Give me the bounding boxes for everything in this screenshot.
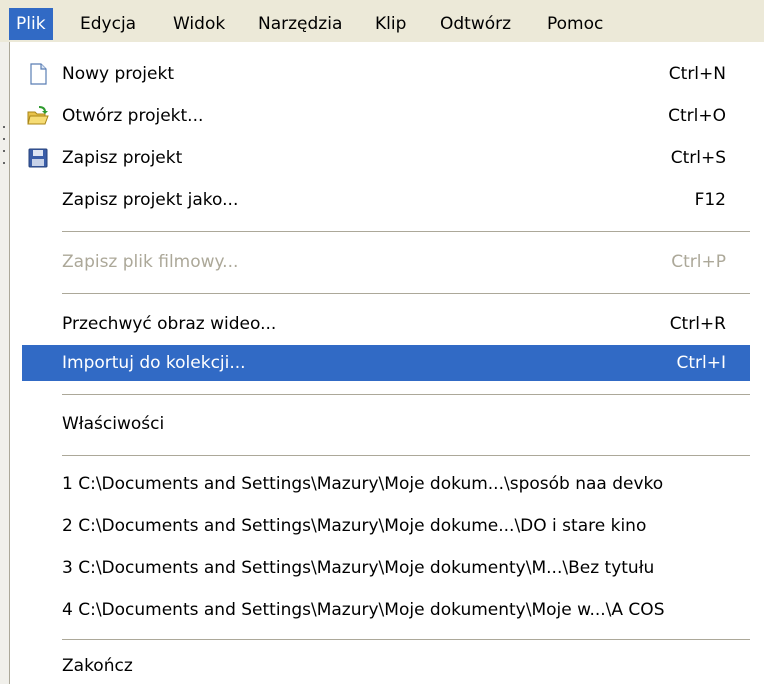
menu-item-label: Właściwości [62, 414, 165, 434]
menu-plik[interactable]: Plik [9, 8, 53, 40]
edge-dot [3, 162, 5, 164]
menu-narzedzia[interactable]: Narzędzia [258, 8, 342, 40]
menu-item-label: Przechwyć obraz wideo... [62, 314, 277, 334]
recent-file-item[interactable]: 4 C:\Documents and Settings\Mazury\Moje … [22, 592, 750, 628]
menu-klip[interactable]: Klip [375, 8, 406, 40]
recent-file-label: 3 C:\Documents and Settings\Mazury\Moje … [62, 558, 655, 578]
menu-item-save-project[interactable]: Zapisz projekt Ctrl+S [22, 140, 750, 176]
menu-odtworz[interactable]: Odtwórz [440, 8, 511, 40]
menu-pomoc[interactable]: Pomoc [547, 8, 603, 40]
menu-item-save-project-as[interactable]: Zapisz projekt jako... F12 [22, 182, 750, 218]
save-floppy-icon [27, 147, 49, 169]
menu-item-save-movie-file: Zapisz plik filmowy... Ctrl+P [22, 244, 750, 280]
edge-dot [3, 126, 5, 128]
menu-item-label: Zakończ [62, 656, 133, 676]
menu-item-shortcut: Ctrl+R [669, 314, 726, 334]
menu-edycja[interactable]: Edycja [80, 8, 136, 40]
menu-item-label: Zapisz projekt jako... [62, 190, 239, 210]
recent-file-label: 1 C:\Documents and Settings\Mazury\Moje … [62, 474, 664, 494]
menu-item-shortcut: F12 [694, 190, 726, 210]
recent-file-item[interactable]: 1 C:\Documents and Settings\Mazury\Moje … [22, 466, 750, 502]
menu-item-shortcut: Ctrl+S [670, 148, 726, 168]
background-area [750, 42, 764, 684]
menu-separator [62, 639, 750, 640]
menu-item-properties[interactable]: Właściwości [22, 406, 750, 442]
recent-file-label: 2 C:\Documents and Settings\Mazury\Moje … [62, 516, 647, 536]
menu-item-shortcut: Ctrl+I [676, 353, 726, 373]
menu-item-capture-video[interactable]: Przechwyć obraz wideo... Ctrl+R [22, 306, 750, 342]
file-dropdown-menu: Nowy projekt Ctrl+N Otwórz projekt... Ct… [9, 42, 751, 684]
menu-bar: Plik Edycja Widok Narzędzia Klip Odtwórz… [0, 0, 764, 43]
menu-item-label: Otwórz projekt... [62, 106, 204, 126]
menu-item-shortcut: Ctrl+P [671, 252, 726, 272]
menu-widok[interactable]: Widok [173, 8, 225, 40]
menu-item-exit[interactable]: Zakończ [22, 648, 750, 684]
menu-item-label: Zapisz projekt [62, 148, 183, 168]
recent-file-item[interactable]: 3 C:\Documents and Settings\Mazury\Moje … [22, 550, 750, 586]
menu-separator [62, 231, 750, 232]
edge-dot [3, 138, 5, 140]
menu-separator [62, 394, 750, 395]
menu-separator [62, 455, 750, 456]
recent-file-item[interactable]: 2 C:\Documents and Settings\Mazury\Moje … [22, 508, 750, 544]
menu-item-shortcut: Ctrl+O [668, 106, 726, 126]
edge-dot [3, 150, 5, 152]
new-document-icon [27, 63, 49, 85]
menu-item-open-project[interactable]: Otwórz projekt... Ctrl+O [22, 98, 750, 134]
open-folder-icon [27, 105, 49, 127]
menu-separator [62, 293, 750, 294]
menu-item-shortcut: Ctrl+N [668, 64, 726, 84]
menu-item-label: Zapisz plik filmowy... [62, 252, 239, 272]
menu-item-import-to-collection[interactable]: Importuj do kolekcji... Ctrl+I [22, 345, 750, 381]
menu-item-label: Nowy projekt [62, 64, 174, 84]
menu-item-label: Importuj do kolekcji... [62, 353, 246, 373]
recent-file-label: 4 C:\Documents and Settings\Mazury\Moje … [62, 600, 665, 620]
menu-item-new-project[interactable]: Nowy projekt Ctrl+N [22, 56, 750, 92]
